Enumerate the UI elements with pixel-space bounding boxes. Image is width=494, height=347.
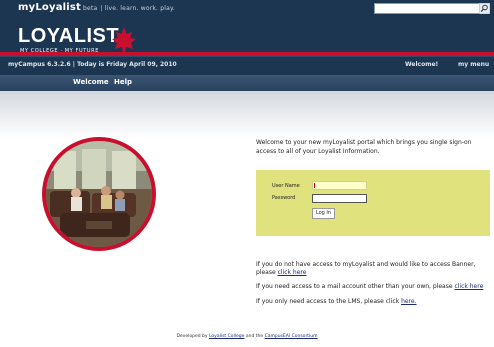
banner-click-here-link[interactable]: click here (278, 269, 307, 276)
loyalist-college-link[interactable]: Loyalist College (209, 334, 244, 339)
intro-text: Welcome to your new myLoyalist portal wh… (256, 139, 472, 155)
tagline: | live. learn. work. play. (100, 5, 176, 12)
lms-access-text: If you only need access to the LMS, plea… (256, 298, 417, 305)
username-input[interactable] (312, 181, 367, 190)
nav-bar: Welcome Help (0, 75, 494, 91)
search-icon[interactable] (479, 3, 490, 14)
text-caret (314, 183, 315, 188)
banner-access-text: If you do not have access to myLoyalist … (256, 261, 476, 276)
login-button[interactable]: Log In (312, 208, 335, 219)
header-banner: LOYALIST MY COLLEGE · MY FUTURE (0, 17, 494, 56)
campus-photo-frame (42, 137, 156, 251)
lms-here-link[interactable]: here. (401, 298, 416, 305)
header-fade (0, 91, 494, 139)
campuseai-link[interactable]: CampusEAI Consortium (265, 334, 318, 339)
mail-click-here-link[interactable]: click here (454, 283, 483, 290)
password-label: Password (272, 195, 296, 201)
footer: Developed by Loyalist College and the Ca… (176, 334, 318, 339)
search-input[interactable] (374, 3, 484, 14)
login-box: User Name Password Log In (256, 170, 490, 236)
status-bar: myCampus 6.3.2.6 | Today is Friday April… (0, 56, 494, 75)
top-bar: myLoyalist beta | live. learn. work. play. (0, 0, 494, 17)
beta-label: beta (83, 5, 98, 12)
tab-welcome[interactable]: Welcome (73, 78, 109, 86)
status-text: myCampus 6.3.2.6 | Today is Friday April… (8, 61, 177, 68)
college-logo-text[interactable]: LOYALIST (18, 25, 119, 48)
maple-leaf-icon (112, 27, 136, 53)
brand-name: myLoyalist (18, 2, 82, 13)
password-input[interactable] (312, 194, 367, 203)
my-menu-link[interactable]: my menu (458, 61, 489, 68)
students-lounge-photo (46, 141, 152, 247)
welcome-link[interactable]: Welcome! (405, 61, 438, 68)
tab-help[interactable]: Help (114, 78, 132, 86)
username-label: User Name (272, 183, 300, 189)
mail-access-text: If you need access to a mail account oth… (256, 283, 484, 290)
portal-brand[interactable]: myLoyalist beta | live. learn. work. play. (18, 2, 175, 13)
